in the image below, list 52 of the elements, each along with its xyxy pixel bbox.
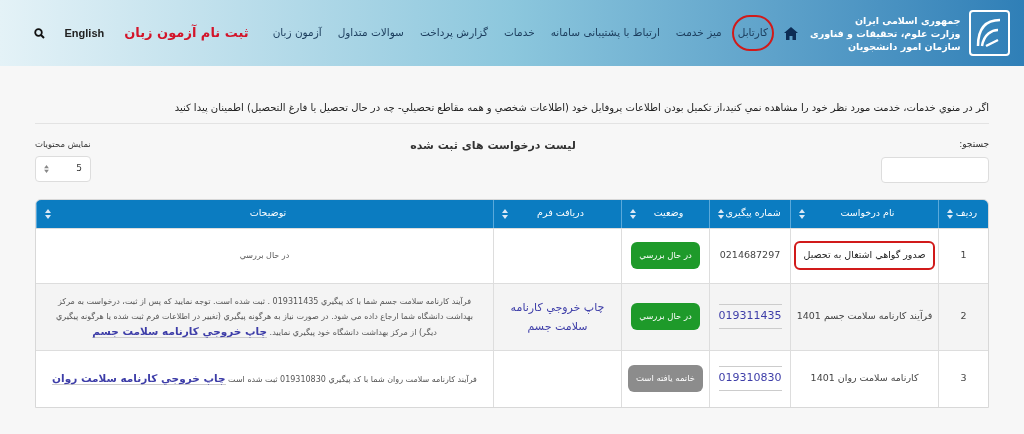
search-label: جستجو: xyxy=(959,138,989,151)
column-header[interactable]: دریافت فرم xyxy=(493,199,621,228)
tracking-link[interactable]: 019311435 xyxy=(718,304,782,329)
table-cell-text: کارنامه سلامت روان 1401 xyxy=(809,371,920,386)
description-text: در حال بررسي xyxy=(239,250,290,262)
logo-icon xyxy=(968,10,1010,56)
download-link[interactable]: چاپ خروجي كارنامه سلامت روان xyxy=(52,371,226,385)
sort-icon xyxy=(502,208,508,219)
status-badge: در حال بررسي xyxy=(631,242,700,269)
nav-link[interactable]: ثبت نام آزمون زبان xyxy=(124,23,249,43)
search-icon[interactable] xyxy=(33,27,45,39)
status-badge: در حال بررسي xyxy=(631,303,700,330)
tracking-link[interactable]: 019310830 xyxy=(718,366,782,391)
table-cell: 2 xyxy=(960,309,967,324)
download-link[interactable]: چاپ خروجي كارنامه سلامت جسم xyxy=(92,324,268,338)
table-cell: 1 xyxy=(960,248,967,263)
column-header[interactable]: توضیحات xyxy=(36,199,493,228)
nav-link[interactable]: خدمات xyxy=(499,17,539,49)
sort-icon xyxy=(718,208,724,219)
spinner-icon xyxy=(44,164,49,173)
search-field[interactable] xyxy=(881,156,989,183)
description-text: فرآيند كارنامه سلامت روان شما با كد پيگيري 019310830 ثبت شده است چاپ خروجي كارنامه سلامت روان xyxy=(52,370,477,387)
download-link[interactable]: چاپ خروجي كارنامه سلامت جسم xyxy=(506,297,609,336)
column-header[interactable]: نام درخواست xyxy=(790,199,938,228)
nav-link[interactable]: میز خدمت xyxy=(671,17,726,49)
nav-link[interactable]: ارتباط با پشتیبانی سامانه xyxy=(546,17,664,49)
home-icon[interactable] xyxy=(784,26,798,40)
logo-text: جمهوری اسلامی ایران xyxy=(853,13,961,27)
table-cell: 3 xyxy=(960,371,967,386)
notice-text: اگر در منوي خدمات، خدمت مورد نظر خود را مشاهده نمي كنيد،از تكميل بودن اطلاعات پروفايل خود (اطلاعات شخصي و همه مقاطع تحصيلي- چه در حال تحصيل يا فارغ التحصيل) اطمينان پيدا كنيد xyxy=(35,66,989,124)
page-size-label: نمایش محتویات xyxy=(35,138,91,151)
page-size-select[interactable]: 5 xyxy=(35,155,91,182)
table-cell: 0214687297 xyxy=(719,248,781,263)
column-header[interactable]: ردیف xyxy=(938,199,988,228)
sort-icon xyxy=(45,208,51,219)
nav-link[interactable]: آزمون زبان xyxy=(268,17,326,49)
nav-link[interactable]: سوالات متداول xyxy=(333,17,408,49)
list-title: ليست درخواست های ثبت شده xyxy=(410,138,576,154)
status-badge: خاتمه یافته است xyxy=(627,365,704,392)
nav-link[interactable]: کارتابل xyxy=(733,17,772,49)
column-header[interactable]: وضعیت xyxy=(621,199,709,228)
language-link[interactable]: English xyxy=(64,24,105,42)
sort-icon xyxy=(947,208,953,219)
description-text: فرآيند كارنامه سلامت جسم شما با كد پيگيري 019311435 . ثبت شده است. توجه نماييد كه پس از ثبت، درخواست به مركز بهداشت دانشگاه شما ارجاع داده مي شود. در صورت نياز به هرگونه پيگيري (تغيير در اطلاعات فرم ثبت شده يا هرگونه پيگيري ديگر) از مركز بهداشت دانشگاه خود پيگيري نماييد. چاپ خروجي كارنامه سلامت جسم xyxy=(54,295,474,340)
sort-icon xyxy=(630,208,636,219)
table-cell-text: فرآیند کارنامه سلامت جسم 1401 xyxy=(795,309,934,324)
logo-text: وزارت علوم، تحقیقات و فناوری xyxy=(810,27,961,40)
nav-link[interactable]: گزارش پرداخت xyxy=(415,17,492,49)
sort-icon xyxy=(799,208,805,219)
column-header[interactable]: شماره پیگیری xyxy=(709,199,790,228)
table-cell: صدور گواهي اشتغال به تحصيل xyxy=(793,241,936,270)
logo-text: سازمان امور دانشجویان xyxy=(847,40,961,53)
